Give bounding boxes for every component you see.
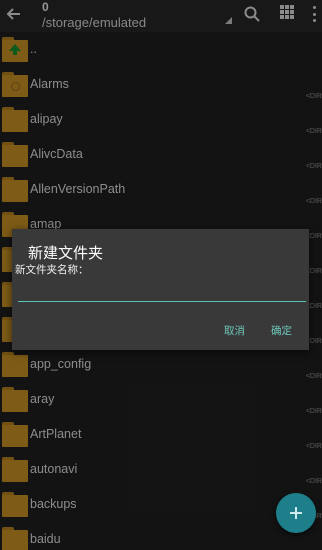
folder-name-input[interactable] xyxy=(18,282,306,302)
new-folder-dialog: 新建文件夹 新文件夹名称： 取消 确定 xyxy=(12,229,309,350)
confirm-button[interactable]: 确定 xyxy=(271,323,292,338)
cancel-button[interactable]: 取消 xyxy=(224,323,245,338)
add-fab-button[interactable] xyxy=(276,493,316,533)
folder-name-label: 新文件夹名称： xyxy=(15,264,89,276)
dialog-title: 新建文件夹 xyxy=(28,245,104,262)
